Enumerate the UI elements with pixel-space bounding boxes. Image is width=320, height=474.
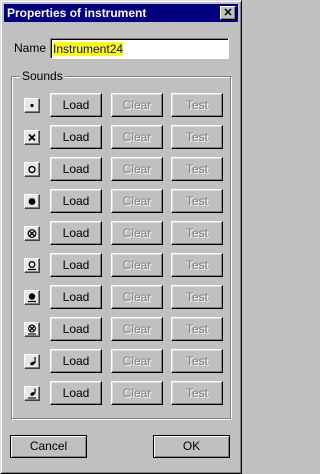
sounds-group: Sounds Load Clear Test Load Clear Test L… <box>11 69 231 419</box>
dot-notehead-icon <box>24 98 40 113</box>
clear-button[interactable]: Clear <box>111 349 163 373</box>
load-button[interactable]: Load <box>50 189 102 213</box>
test-button[interactable]: Test <box>171 125 223 149</box>
filled-circle-underline-notehead-icon <box>24 290 40 305</box>
clear-button[interactable]: Clear <box>111 157 163 181</box>
clear-button[interactable]: Clear <box>111 189 163 213</box>
sound-row: Load Clear Test <box>21 381 223 405</box>
test-button[interactable]: Test <box>171 157 223 181</box>
clear-button[interactable]: Clear <box>111 93 163 117</box>
ok-button[interactable]: OK <box>153 435 230 458</box>
dialog-title: Properties of instrument <box>7 6 147 20</box>
load-button[interactable]: Load <box>50 93 102 117</box>
sound-row: Load Clear Test <box>21 157 223 181</box>
test-button[interactable]: Test <box>171 93 223 117</box>
x-notehead-icon <box>24 130 40 145</box>
test-button[interactable]: Test <box>171 381 223 405</box>
sound-row: Load Clear Test <box>21 253 223 277</box>
circled-x-underline-notehead-icon <box>24 322 40 337</box>
load-button[interactable]: Load <box>50 125 102 149</box>
stem-note-underline-icon <box>24 386 40 401</box>
sound-row: Load Clear Test <box>21 317 223 341</box>
name-input[interactable]: Instrument24 <box>50 38 229 59</box>
load-button[interactable]: Load <box>50 221 102 245</box>
close-button[interactable]: ✕ <box>220 6 236 20</box>
test-button[interactable]: Test <box>171 253 223 277</box>
test-button[interactable]: Test <box>171 285 223 309</box>
load-button[interactable]: Load <box>50 285 102 309</box>
load-button[interactable]: Load <box>50 317 102 341</box>
name-label: Name <box>14 41 47 55</box>
test-button[interactable]: Test <box>171 349 223 373</box>
clear-button[interactable]: Clear <box>111 317 163 341</box>
open-circle-underline-notehead-icon <box>24 258 40 273</box>
sound-row: Load Clear Test <box>21 349 223 373</box>
clear-button[interactable]: Clear <box>111 285 163 309</box>
load-button[interactable]: Load <box>50 349 102 373</box>
load-button[interactable]: Load <box>50 381 102 405</box>
clear-button[interactable]: Clear <box>111 125 163 149</box>
test-button[interactable]: Test <box>171 189 223 213</box>
sounds-group-title: Sounds <box>20 69 65 83</box>
cancel-button[interactable]: Cancel <box>10 435 87 458</box>
sound-row: Load Clear Test <box>21 189 223 213</box>
close-icon: ✕ <box>223 7 233 19</box>
instrument-properties-dialog: Properties of instrument ✕ Name Instrume… <box>0 0 242 474</box>
load-button[interactable]: Load <box>50 253 102 277</box>
load-button[interactable]: Load <box>50 157 102 181</box>
sound-row: Load Clear Test <box>21 285 223 309</box>
open-circle-notehead-icon <box>24 162 40 177</box>
stem-note-icon <box>24 354 40 369</box>
test-button[interactable]: Test <box>171 221 223 245</box>
clear-button[interactable]: Clear <box>111 221 163 245</box>
test-button[interactable]: Test <box>171 317 223 341</box>
filled-circle-notehead-icon <box>24 194 40 209</box>
sound-row: Load Clear Test <box>21 93 223 117</box>
name-input-value: Instrument24 <box>53 42 124 56</box>
circled-x-notehead-icon <box>24 226 40 241</box>
clear-button[interactable]: Clear <box>111 381 163 405</box>
sound-row: Load Clear Test <box>21 125 223 149</box>
sound-row: Load Clear Test <box>21 221 223 245</box>
title-bar: Properties of instrument ✕ <box>4 4 238 22</box>
clear-button[interactable]: Clear <box>111 253 163 277</box>
